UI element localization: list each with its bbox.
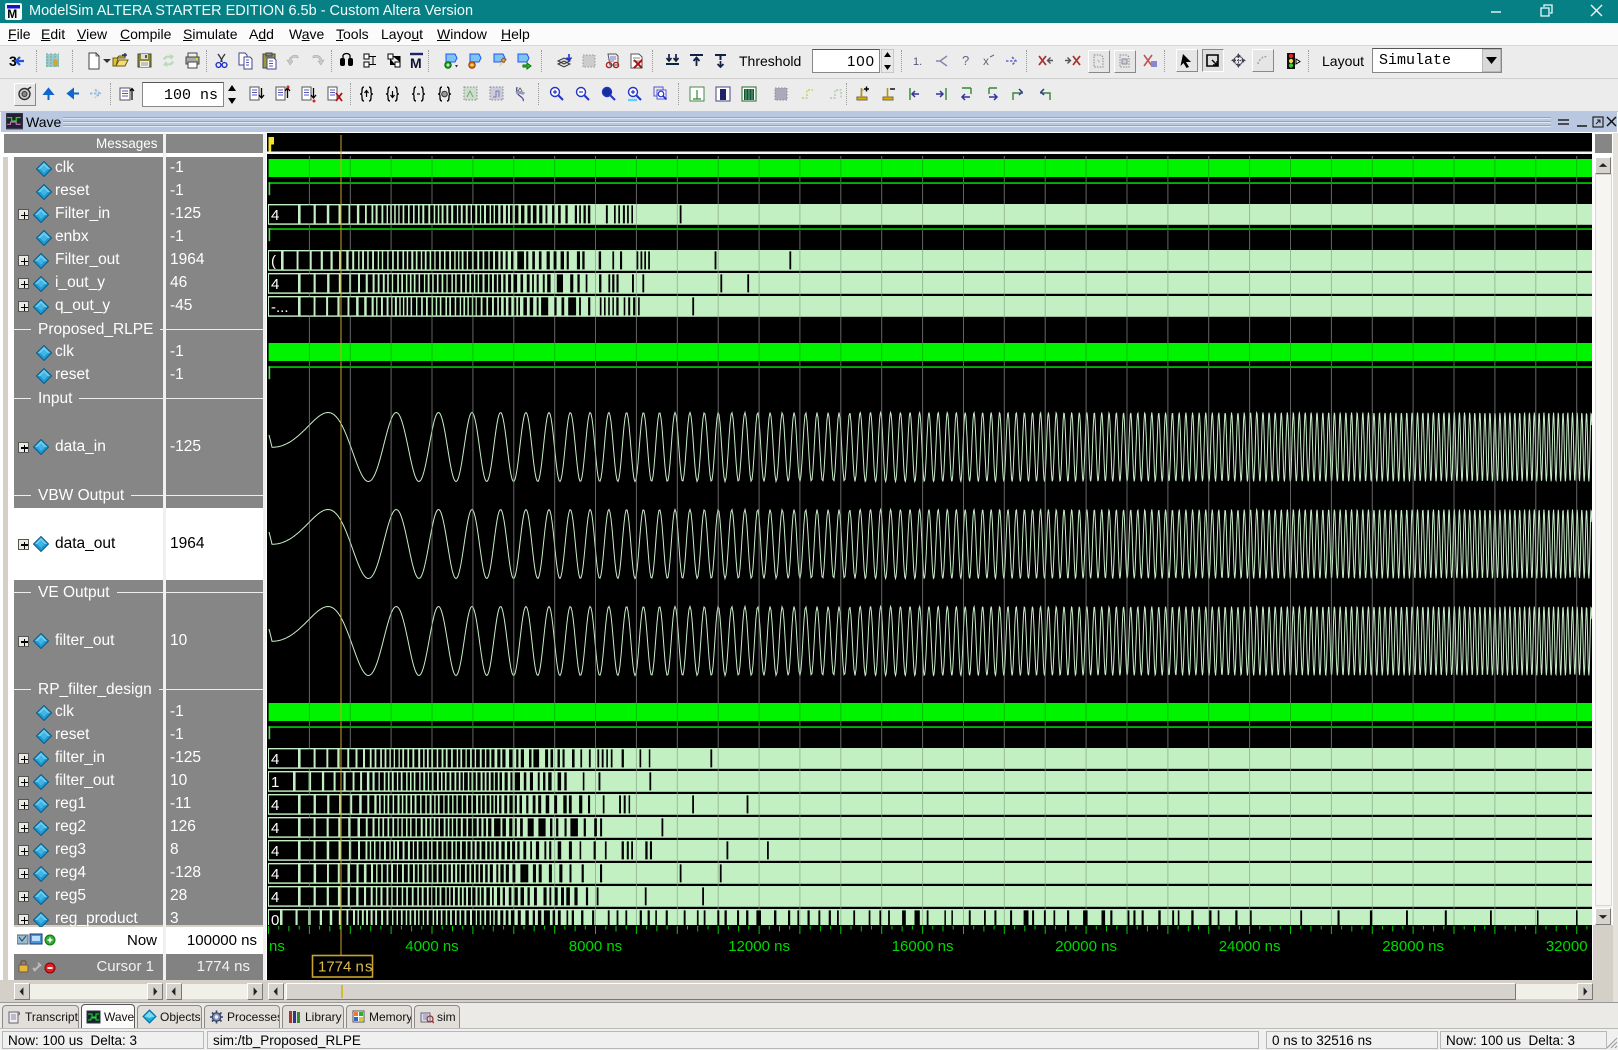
svg-text:4: 4 (271, 797, 279, 814)
svg-text:M: M (410, 55, 422, 70)
svg-text:M: M (7, 7, 17, 20)
svg-text:4: 4 (271, 820, 279, 837)
svg-text:x: x (983, 54, 989, 68)
svg-text:4: 4 (271, 276, 279, 293)
svg-text:24000 ns: 24000 ns (1219, 938, 1281, 955)
svg-text:4000 ns: 4000 ns (405, 938, 458, 955)
svg-text:16000 ns: 16000 ns (892, 938, 954, 955)
svg-text:4: 4 (271, 866, 279, 883)
svg-text:4: 4 (271, 889, 279, 906)
svg-text:?: ? (962, 53, 969, 68)
svg-text:8000 ns: 8000 ns (569, 938, 622, 955)
svg-text:(: ( (271, 253, 276, 270)
svg-text:4: 4 (271, 751, 279, 768)
svg-text:1774 n: 1774 n (318, 959, 364, 976)
svg-text:4: 4 (271, 207, 279, 224)
svg-text:12000 ns: 12000 ns (728, 938, 790, 955)
svg-text:28000 ns: 28000 ns (1382, 938, 1444, 955)
svg-text:4: 4 (271, 843, 279, 860)
svg-text:1: 1 (271, 774, 279, 791)
svg-text:20000 ns: 20000 ns (1055, 938, 1117, 955)
svg-text:1.: 1. (913, 56, 922, 68)
svg-text:-...: -... (271, 299, 289, 316)
svg-text:ns: ns (269, 938, 285, 955)
svg-text:s: s (365, 959, 373, 976)
